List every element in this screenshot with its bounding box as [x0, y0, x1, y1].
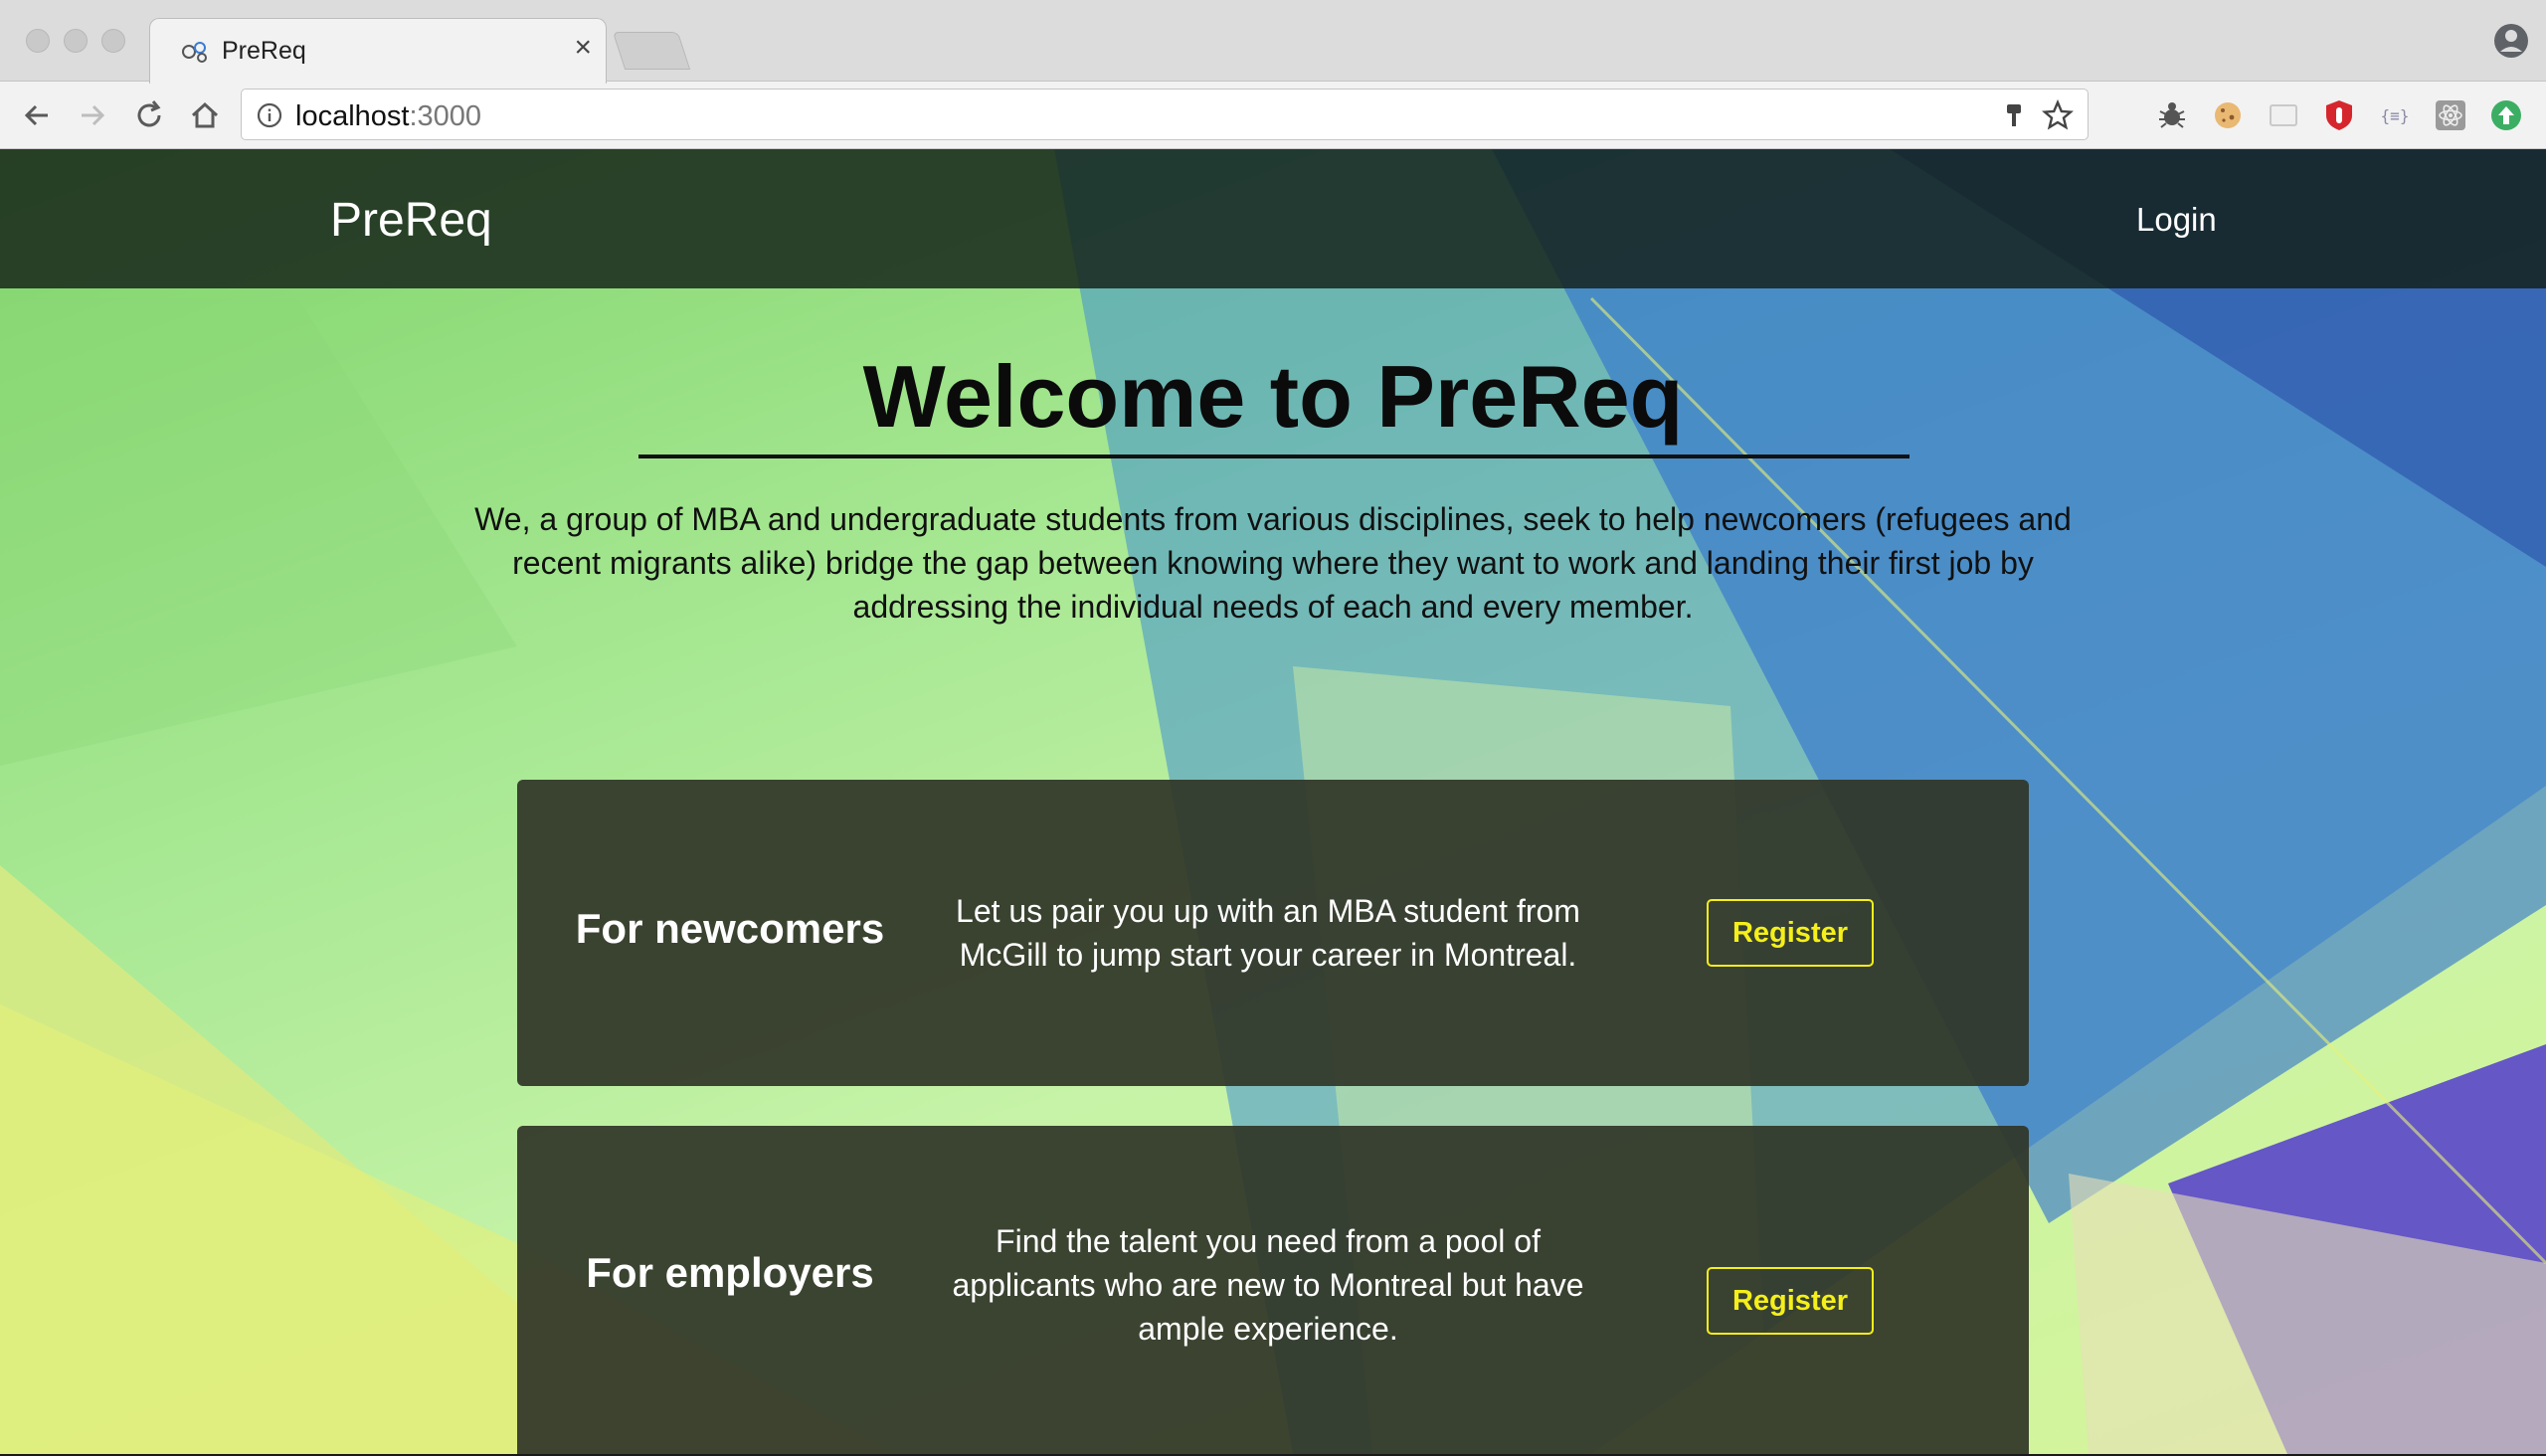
employers-card: For employers Find the talent you need f…	[517, 1126, 2029, 1454]
svg-text:{≡}: {≡}	[2381, 106, 2410, 125]
tab-title: PreReq	[222, 37, 306, 65]
extension-window-icon[interactable]	[2266, 97, 2301, 133]
web-page: PreReq Login Welcome to PreReq We, a gro…	[0, 149, 2546, 1454]
bookmark-star-icon[interactable]	[2042, 99, 2074, 131]
browser-chrome: PreReq × localhost:3000 {≡}	[0, 0, 2546, 149]
minimize-window-button[interactable]	[64, 29, 88, 53]
forward-icon[interactable]	[72, 95, 111, 135]
title-underline	[638, 455, 1910, 458]
extension-cookie-icon[interactable]	[2210, 97, 2246, 133]
site-navbar: PreReq Login	[0, 149, 2546, 288]
card-text-newcomers: Let us pair you up with an MBA student f…	[956, 893, 1580, 973]
new-tab-button[interactable]	[612, 32, 691, 70]
url-text: localhost:3000	[295, 100, 481, 133]
brand-logo[interactable]: PreReq	[330, 193, 492, 248]
extension-react-icon[interactable]	[2433, 97, 2468, 133]
card-text-employers: Find the talent you need from a pool of …	[952, 1223, 1584, 1347]
reload-icon[interactable]	[129, 95, 169, 135]
url-host: localhost	[295, 100, 410, 132]
browser-toolbar: localhost:3000 {≡}	[0, 82, 2546, 149]
card-title-newcomers: For newcomers	[575, 905, 885, 952]
newcomers-card: For newcomers Let us pair you up with an…	[517, 780, 2029, 1086]
extension-ublock-icon[interactable]	[2321, 97, 2357, 133]
login-link[interactable]: Login	[2136, 201, 2217, 239]
back-icon[interactable]	[18, 95, 58, 135]
close-window-button[interactable]	[26, 29, 50, 53]
browser-tab[interactable]: PreReq ×	[149, 18, 607, 84]
url-port: :3000	[409, 100, 482, 132]
extension-bug-icon[interactable]	[2154, 97, 2190, 133]
favicon-icon	[182, 42, 207, 63]
maximize-window-button[interactable]	[101, 29, 125, 53]
address-bar[interactable]: localhost:3000	[241, 89, 2089, 140]
extension-upload-icon[interactable]	[2488, 97, 2524, 133]
tab-strip: PreReq ×	[0, 0, 2546, 84]
info-icon[interactable]	[256, 101, 283, 129]
key-icon[interactable]	[2000, 101, 2028, 129]
page-title: Welcome to PreReq	[862, 347, 1684, 446]
close-tab-icon[interactable]: ×	[574, 31, 592, 64]
card-title-employers: For employers	[586, 1249, 874, 1296]
register-employers-button[interactable]: Register	[1707, 1267, 1874, 1335]
extension-json-icon[interactable]: {≡}	[2377, 97, 2413, 133]
home-icon[interactable]	[185, 95, 225, 135]
profile-icon[interactable]	[2492, 22, 2530, 60]
hero-description: We, a group of MBA and undergraduate stu…	[474, 501, 2072, 625]
register-newcomers-button[interactable]: Register	[1707, 899, 1874, 967]
